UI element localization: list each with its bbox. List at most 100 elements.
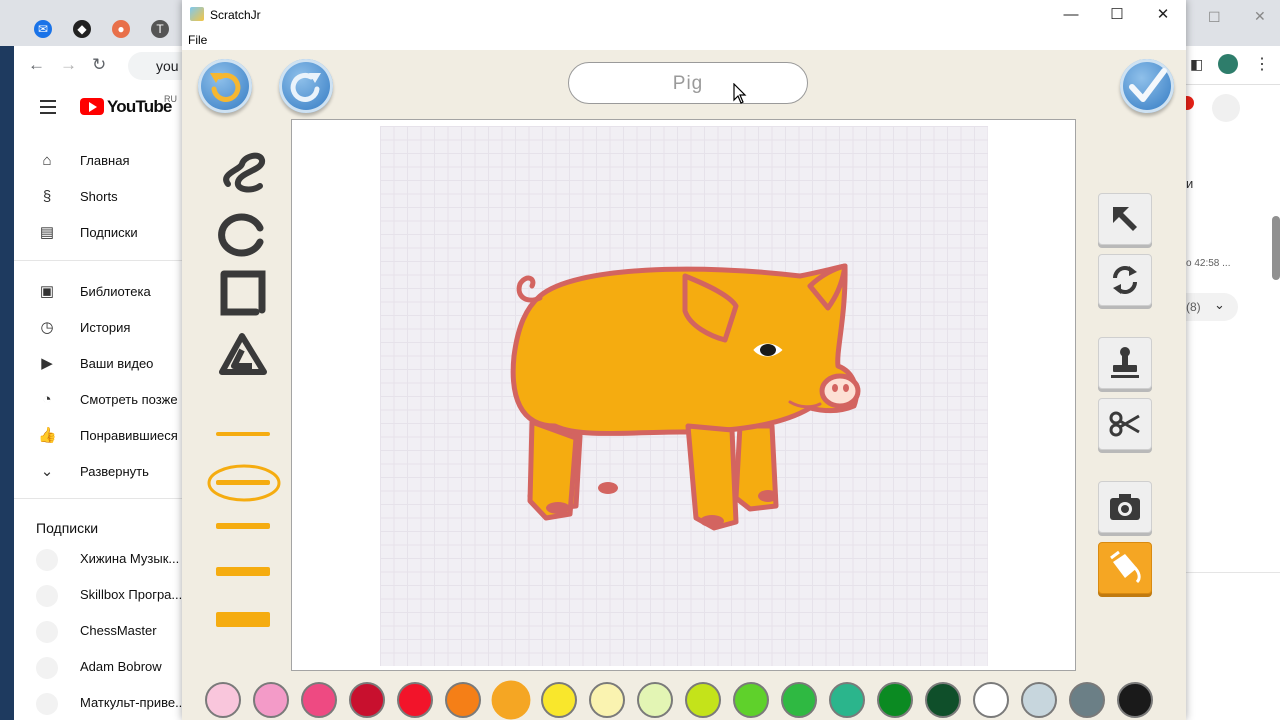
close-button[interactable]: ✕ (1140, 0, 1186, 30)
color-swatch[interactable] (685, 682, 721, 718)
compass-tab-icon[interactable]: ◆ (73, 20, 91, 38)
maximize-button[interactable]: ☐ (1094, 0, 1140, 30)
close-icon[interactable]: ✕ (1254, 8, 1266, 25)
nav-subscriptions[interactable]: ▤ Подписки (14, 215, 182, 251)
browser-address-bar: ← → ↻ you (0, 46, 182, 85)
undo-icon (210, 72, 241, 102)
nav-liked[interactable]: 👍 Понравившиеся (14, 418, 182, 454)
color-swatch[interactable] (781, 682, 817, 718)
scrollbar-thumb[interactable] (1272, 216, 1280, 280)
color-swatch[interactable] (1117, 682, 1153, 718)
menu-icon[interactable] (40, 100, 56, 114)
color-swatch[interactable] (1069, 682, 1105, 718)
nav-your-videos[interactable]: ▶ Ваши видео (14, 346, 182, 382)
divider (14, 260, 182, 261)
camera-tool-button[interactable] (1098, 481, 1152, 533)
youtube-logo-icon[interactable] (80, 98, 104, 115)
youtube-logo-text[interactable]: YouTube (107, 97, 172, 117)
subscription-item[interactable]: Хижина Музык... (14, 541, 182, 577)
character-name-text: Pig (672, 73, 704, 94)
nav-watch-later[interactable]: ◔ Смотреть позже (14, 382, 182, 418)
color-swatch[interactable] (925, 682, 961, 718)
nav-expand[interactable]: ⌄ Развернуть (14, 454, 182, 490)
nav-history[interactable]: ◷ История (14, 310, 182, 346)
rectangle-tool[interactable] (216, 266, 270, 320)
nav-home[interactable]: ⌂ Главная (14, 143, 182, 179)
undo-button[interactable] (198, 59, 252, 113)
divider (14, 498, 182, 499)
squiggle-icon (223, 152, 265, 193)
line-width-thickest[interactable] (216, 612, 270, 627)
circle-icon (218, 213, 264, 257)
character-name-field[interactable]: Pig (568, 62, 808, 104)
stamp-icon (1111, 347, 1139, 378)
replies-button[interactable]: (8) ⌄ (1186, 293, 1238, 321)
pig-sprite[interactable] (380, 126, 988, 666)
select-tool-button[interactable] (1098, 193, 1152, 245)
color-swatch[interactable] (253, 682, 289, 718)
fill-tool-button[interactable] (1098, 542, 1152, 594)
subscription-item[interactable]: Adam Bobrow (14, 649, 182, 685)
color-swatch[interactable] (877, 682, 913, 718)
mail-tab-icon[interactable]: ✉ (34, 20, 52, 38)
cut-tool-button[interactable] (1098, 398, 1152, 450)
region-badge: RU (164, 94, 177, 104)
done-button[interactable] (1120, 59, 1174, 113)
line-width-thin[interactable] (216, 432, 270, 436)
camera-icon (1110, 494, 1140, 520)
type-tab-icon[interactable]: T (151, 20, 169, 38)
menu-file[interactable]: File (188, 33, 207, 47)
paint-bucket-icon (1110, 550, 1141, 584)
subscription-item[interactable]: Маткульт-приве... (14, 685, 182, 720)
app-tab-icon[interactable]: ● (112, 20, 130, 38)
subscription-item[interactable]: Skillbox Програ... (14, 577, 182, 613)
rotate-icon (1113, 266, 1137, 294)
ellipse-tool[interactable] (216, 208, 270, 262)
sidebar-icon[interactable]: ◧ (1190, 56, 1203, 73)
kebab-menu-icon[interactable]: ⋮ (1254, 54, 1270, 74)
browser-tab-bar: ✉ ◆ ● T (0, 0, 182, 46)
background-browser-right: ☐ ✕ ◧ ⋮ и о 42:58 ... (8) ⌄ (1186, 0, 1280, 720)
color-swatch[interactable] (541, 682, 577, 718)
color-swatch[interactable] (491, 680, 531, 720)
watch-later-icon: ◔ (42, 391, 52, 408)
chevron-down-icon: ⌄ (40, 463, 54, 480)
color-swatch[interactable] (829, 682, 865, 718)
omnibox[interactable]: you (128, 52, 182, 80)
line-width-selected[interactable] (204, 460, 284, 506)
color-swatch[interactable] (589, 682, 625, 718)
color-swatch[interactable] (1021, 682, 1057, 718)
reload-icon[interactable]: ↻ (92, 56, 106, 74)
line-width-medium[interactable] (216, 523, 270, 529)
stamp-tool-button[interactable] (1098, 337, 1152, 389)
nav-shorts[interactable]: § Shorts (14, 179, 182, 215)
freehand-line-tool[interactable] (216, 146, 270, 200)
color-swatch[interactable] (205, 682, 241, 718)
subscription-item[interactable]: ChessMaster (14, 613, 182, 649)
color-swatch[interactable] (733, 682, 769, 718)
color-swatch[interactable] (445, 682, 481, 718)
color-swatch[interactable] (301, 682, 337, 718)
minimize-button[interactable]: — (1048, 0, 1094, 30)
back-icon[interactable]: ← (28, 56, 45, 74)
history-icon: ◷ (40, 319, 54, 336)
color-swatch[interactable] (397, 682, 433, 718)
scissors-icon (1109, 411, 1140, 437)
avatar (36, 693, 58, 715)
maximize-icon[interactable]: ☐ (1208, 9, 1221, 26)
rotate-tool-button[interactable] (1098, 254, 1152, 306)
forward-icon[interactable]: → (60, 56, 77, 74)
profile-icon[interactable] (1218, 54, 1238, 74)
color-swatch[interactable] (349, 682, 385, 718)
avatar[interactable] (1212, 94, 1240, 122)
youtube-sidebar: YouTube RU ⌂ Главная § Shorts ▤ Подписки ▣ Б… (14, 84, 182, 720)
color-swatch[interactable] (973, 682, 1009, 718)
triangle-tool[interactable] (216, 328, 270, 382)
notification-dot (1186, 96, 1194, 110)
drawing-canvas[interactable] (380, 126, 988, 666)
redo-button[interactable] (279, 59, 333, 113)
color-swatch[interactable] (637, 682, 673, 718)
your-videos-icon: ▶ (41, 355, 53, 372)
line-width-thick[interactable] (216, 567, 270, 576)
nav-library[interactable]: ▣ Библиотека (14, 274, 182, 310)
